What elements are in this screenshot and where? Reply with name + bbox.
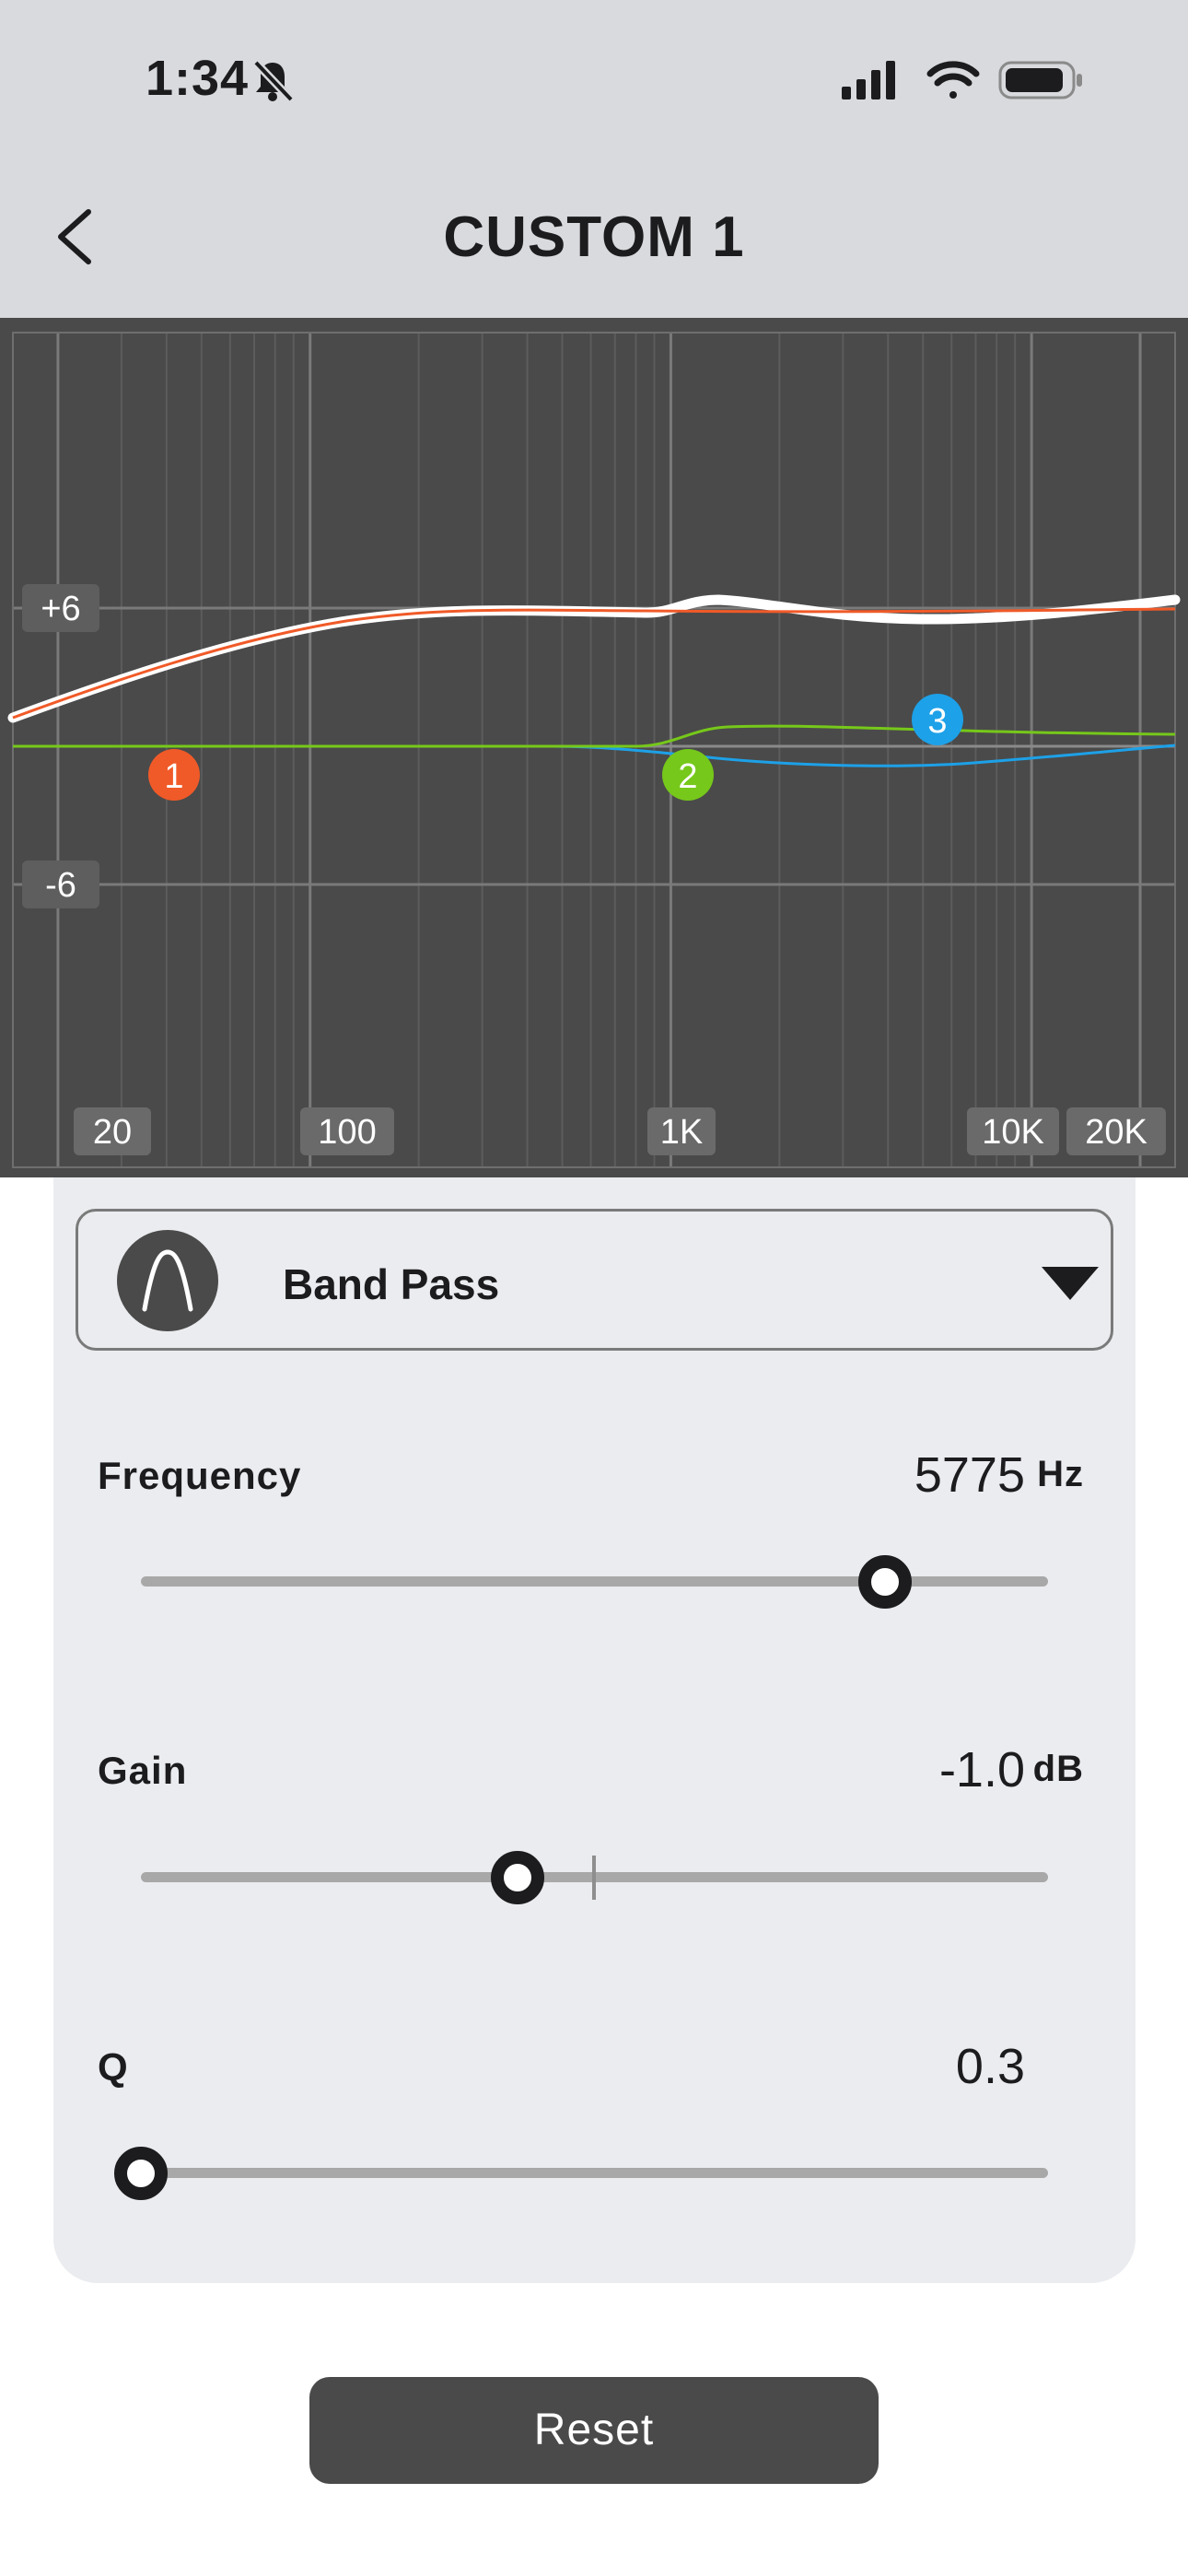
bell-slash-icon <box>252 59 295 103</box>
gain-zero-marker <box>592 1856 596 1900</box>
svg-text:100: 100 <box>318 1113 376 1152</box>
q-slider-track[interactable] <box>114 2146 1048 2200</box>
svg-text:+6: +6 <box>41 590 80 628</box>
graph-grid <box>13 333 1175 1167</box>
y-tick-minus6: -6 <box>22 861 99 908</box>
gain-label: Gain <box>98 1749 188 1792</box>
band-1-handle[interactable]: 1 <box>148 749 200 801</box>
svg-text:20: 20 <box>93 1113 132 1152</box>
page-title: CUSTOM 1 <box>443 205 745 269</box>
gain-slider-thumb[interactable] <box>490 1850 544 1904</box>
status-time: 1:34 <box>146 51 250 106</box>
battery-icon <box>998 61 1082 100</box>
x-tick-1k: 1K <box>647 1107 716 1155</box>
q-label: Q <box>98 2045 129 2089</box>
frequency-slider-thumb[interactable] <box>857 1554 912 1609</box>
svg-text:10K: 10K <box>982 1113 1044 1152</box>
band-2-response-curve <box>13 724 1176 748</box>
svg-text:1: 1 <box>164 757 183 796</box>
filter-type-label: Band Pass <box>283 1260 500 1308</box>
gain-unit: dB <box>1032 1749 1084 1789</box>
eq-graph[interactable]: +6 -6 20 100 1K 10K 20K 1 2 3 <box>0 318 1188 1177</box>
x-tick-10k: 10K <box>967 1107 1059 1155</box>
frequency-label: Frequency <box>98 1454 302 1497</box>
wifi-icon <box>926 61 980 99</box>
graph-frame <box>12 332 1176 1168</box>
svg-text:2: 2 <box>678 757 697 796</box>
frequency-slider-track[interactable] <box>141 1554 1048 1609</box>
triangle-down-icon <box>1042 1267 1099 1300</box>
frequency-value: 5775 <box>914 1447 1025 1503</box>
band-settings-panel: Band Pass Frequency 5775 Hz Gain -1.0 dB… <box>53 1177 1136 2283</box>
reset-button[interactable]: Reset <box>309 2377 879 2484</box>
top-bar: 1:34 CUSTOM 1 <box>0 0 1188 318</box>
svg-text:3: 3 <box>927 702 947 741</box>
q-value: 0.3 <box>955 2039 1025 2094</box>
svg-text:1K: 1K <box>660 1113 703 1152</box>
x-tick-100: 100 <box>300 1107 394 1155</box>
y-tick-plus6: +6 <box>22 584 99 632</box>
svg-text:-6: -6 <box>45 866 76 905</box>
x-tick-20k: 20K <box>1066 1107 1166 1155</box>
band-3-handle[interactable]: 3 <box>912 694 963 745</box>
frequency-unit: Hz <box>1037 1454 1084 1494</box>
filter-type-dropdown[interactable]: Band Pass <box>76 1209 1113 1351</box>
x-tick-20: 20 <box>74 1107 151 1155</box>
cellular-signal-icon <box>842 61 895 100</box>
gain-value: -1.0 <box>938 1742 1025 1797</box>
gain-slider-track[interactable] <box>141 1850 1048 1904</box>
svg-text:20K: 20K <box>1085 1113 1147 1152</box>
band-2-handle[interactable]: 2 <box>662 749 714 801</box>
q-slider-thumb[interactable] <box>114 2146 168 2200</box>
band-pass-filter-icon <box>117 1230 218 1331</box>
